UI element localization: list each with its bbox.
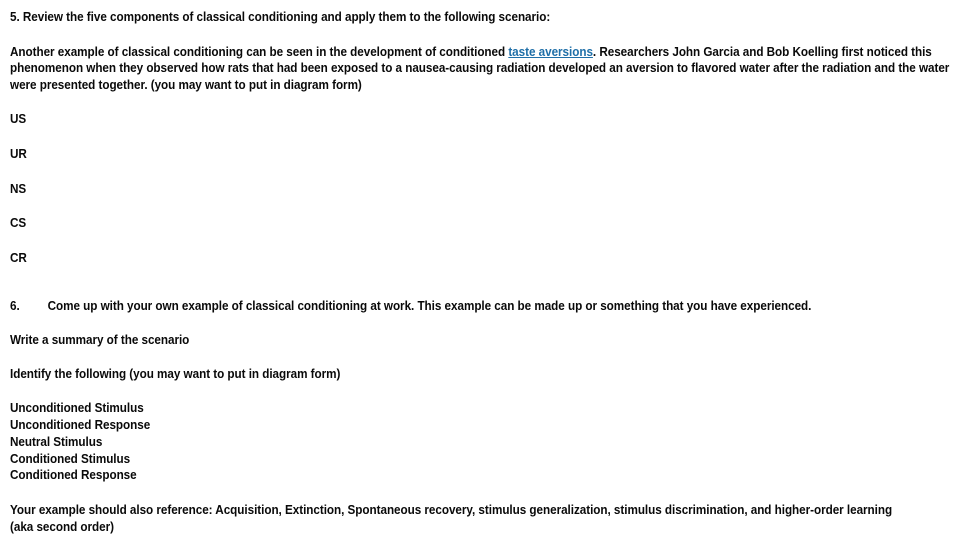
question-6-number: 6. (10, 299, 20, 314)
identify-items-list: Unconditioned Stimulus Unconditioned Res… (10, 400, 952, 484)
reference-paragraph: Your example should also reference: Acqu… (10, 502, 952, 536)
component-ur: UR (10, 146, 27, 161)
identify-item-neutral-stimulus: Neutral Stimulus (10, 434, 103, 449)
identify-item-unconditioned-stimulus: Unconditioned Stimulus (10, 401, 144, 416)
document-page: 5. Review the five components of classic… (0, 0, 960, 540)
question-6-heading-text: Come up with your own example of classic… (47, 299, 812, 314)
component-us: US (10, 112, 27, 127)
taste-aversions-link[interactable]: taste aversions (508, 45, 593, 59)
question-6-heading: 6. Come up with your own example of class… (10, 298, 952, 315)
reference-line-2: (aka second order) (10, 519, 114, 534)
question-5-scenario-paragraph: Another example of classical conditionin… (10, 44, 952, 94)
instruction-identify-following: Identify the following (you may want to … (10, 366, 341, 381)
component-cs: CS (10, 216, 27, 231)
component-ns: NS (10, 181, 27, 196)
reference-line-1: Your example should also reference: Acqu… (10, 503, 893, 518)
identify-item-unconditioned-response: Unconditioned Response (10, 417, 151, 432)
identify-item-conditioned-stimulus: Conditioned Stimulus (10, 451, 131, 466)
scenario-text-before-link: Another example of classical conditionin… (10, 44, 509, 59)
identify-item-conditioned-response: Conditioned Response (10, 468, 137, 483)
question-5-heading: 5. Review the five components of classic… (10, 10, 551, 24)
instruction-write-summary: Write a summary of the scenario (10, 332, 190, 347)
document-body: 5. Review the five components of classic… (10, 9, 952, 536)
component-cr: CR (10, 250, 27, 265)
